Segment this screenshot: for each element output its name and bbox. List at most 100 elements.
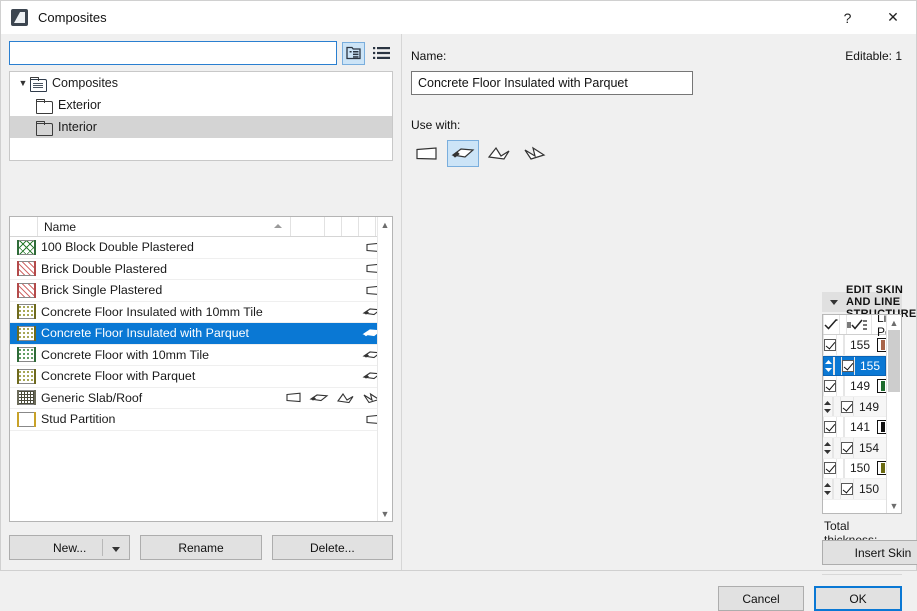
name-label: Name: xyxy=(411,49,447,63)
drag-handle[interactable] xyxy=(823,479,832,499)
pen-color-swatch[interactable] xyxy=(877,378,886,393)
list-item[interactable]: Brick Single Plastered xyxy=(10,280,392,302)
use-with-label: Use with: xyxy=(411,118,461,132)
app-logo-icon xyxy=(11,9,28,26)
new-button-separator xyxy=(102,539,104,556)
window-controls: ? ✕ xyxy=(825,1,916,34)
scroll-down-icon[interactable]: ▼ xyxy=(887,498,901,513)
skin-row[interactable]: Insulation - Mineral Hard15430 xyxy=(823,437,886,459)
visibility-checkbox[interactable] xyxy=(840,396,853,417)
separator-checkbox[interactable] xyxy=(823,335,836,355)
line-pen-cell[interactable]: 150 xyxy=(844,458,886,479)
visibility-checkbox[interactable] xyxy=(840,479,853,499)
skin-rows: Outside/Top: Solid155Timber - Floor15520… xyxy=(823,335,886,513)
skin-table-scrollbar[interactable]: ▲ ▼ xyxy=(886,315,901,513)
drag-handle[interactable] xyxy=(823,397,832,417)
collapse-triangle-icon[interactable] xyxy=(830,299,838,305)
new-button[interactable]: New... xyxy=(9,535,131,560)
scroll-thumb[interactable] xyxy=(888,330,900,392)
help-button[interactable]: ? xyxy=(825,1,870,34)
line-pen-cell[interactable]: 150 xyxy=(853,479,886,499)
pen-color-swatch[interactable] xyxy=(877,337,886,352)
scroll-up-icon[interactable]: ▲ xyxy=(887,315,901,330)
separator-row[interactable]: Hidden 141 xyxy=(823,417,886,438)
tree-item-interior[interactable]: Interior xyxy=(10,116,392,138)
line-pen-cell[interactable]: 155 xyxy=(854,356,886,376)
list-item[interactable]: Concrete Floor with 10mm Tile xyxy=(10,345,392,366)
composite-swatch-icon xyxy=(17,390,36,406)
line-pen-cell[interactable]: 141 xyxy=(844,417,886,437)
line-pen-cell[interactable]: 149 xyxy=(853,396,886,417)
tree-view-icon[interactable] xyxy=(342,41,365,65)
shell-tool-icon[interactable] xyxy=(519,140,551,167)
close-button[interactable]: ✕ xyxy=(870,1,916,34)
check-all-icon xyxy=(824,318,838,330)
pen-color-swatch[interactable] xyxy=(877,461,886,476)
separator-row[interactable]: Solid 150 xyxy=(823,458,886,480)
separator-row[interactable]: Outside/Top: Solid 155 xyxy=(823,335,886,356)
list-item-label: Generic Slab/Roof xyxy=(41,390,143,405)
cancel-button[interactable]: Cancel xyxy=(718,586,804,611)
list-item[interactable]: Stud Partition xyxy=(10,409,392,431)
roof-tool-icon[interactable] xyxy=(483,140,515,167)
insert-skin-button[interactable]: Insert Skin xyxy=(822,540,917,565)
pen-number: 141 xyxy=(850,420,871,435)
skin-row[interactable]: Timber - Floor15520 xyxy=(823,355,886,377)
skin-name-cell[interactable]: Reinforced Concrete - Str xyxy=(833,479,840,499)
skin-panel-header[interactable]: EDIT SKIN AND LINE STRUCTURE xyxy=(822,284,916,320)
list-item-label: Concrete Floor with 10mm Tile xyxy=(41,347,210,362)
tree-item-composites[interactable]: ▼ Composites xyxy=(10,72,392,94)
list-header-icon-col xyxy=(10,217,38,236)
skin-name-cell[interactable]: Hidden xyxy=(836,417,843,437)
skin-name-cell[interactable]: Outside/Top: Solid xyxy=(836,335,843,355)
separator-checkbox[interactable] xyxy=(823,376,836,396)
scroll-up-icon[interactable]: ▲ xyxy=(378,217,392,232)
separator-checkbox[interactable] xyxy=(823,417,836,437)
list-view-icon[interactable] xyxy=(370,42,393,65)
list-item[interactable]: 100 Block Double Plastered xyxy=(10,237,392,259)
chevron-down-icon[interactable] xyxy=(112,547,121,552)
ok-button[interactable]: OK xyxy=(814,586,902,611)
skin-name-cell[interactable]: Solid xyxy=(836,458,843,479)
pen-color-swatch[interactable] xyxy=(877,420,886,435)
list-item[interactable]: Generic Slab/Roof xyxy=(10,388,392,409)
chevron-down-icon[interactable]: ▼ xyxy=(16,78,30,88)
rename-button[interactable]: Rename xyxy=(140,535,262,560)
scroll-down-icon[interactable]: ▼ xyxy=(378,506,392,521)
list-item[interactable]: Concrete Floor Insulated with Parquet xyxy=(10,323,392,345)
header-visibility[interactable] xyxy=(846,315,871,334)
wall-tool-icon[interactable] xyxy=(411,140,443,167)
drag-handle[interactable] xyxy=(824,357,833,376)
list-item-label: 100 Block Double Plastered xyxy=(41,240,194,255)
tree-item-exterior[interactable]: Exterior xyxy=(10,94,392,116)
tree-item-label: Interior xyxy=(58,120,97,134)
skin-name-cell[interactable]: Insulation - Mineral Hard xyxy=(833,437,840,458)
skin-row[interactable]: Concrete14950 xyxy=(823,396,886,418)
drag-handle[interactable] xyxy=(823,438,832,458)
folder-tree[interactable]: ▼ Composites Exterior Interior xyxy=(9,71,393,161)
list-item-label: Concrete Floor Insulated with Parquet xyxy=(41,326,249,341)
skin-name-cell[interactable]: Timber - Floor xyxy=(834,356,841,376)
list-scrollbar[interactable]: ▲ ▼ xyxy=(377,217,392,521)
list-item[interactable]: Concrete Floor with Parquet xyxy=(10,366,392,388)
delete-button[interactable]: Delete... xyxy=(271,535,393,560)
visibility-checkbox[interactable] xyxy=(840,437,853,458)
search-input[interactable] xyxy=(9,41,337,65)
skin-name-cell[interactable]: Concrete xyxy=(833,396,840,417)
separator-row[interactable]: Solid 149 xyxy=(823,376,886,397)
line-pen-cell[interactable]: 149 xyxy=(844,376,886,396)
name-input[interactable] xyxy=(411,71,693,95)
slab-tool-icon[interactable] xyxy=(447,140,479,167)
list-header-name[interactable]: Name xyxy=(38,217,290,236)
tree-item-label: Exterior xyxy=(58,98,102,112)
list-item[interactable]: Brick Double Plastered xyxy=(10,259,392,280)
visibility-checkbox[interactable] xyxy=(841,356,854,376)
header-check-all[interactable] xyxy=(823,315,839,334)
separator-checkbox[interactable] xyxy=(823,458,836,479)
skin-name-cell[interactable]: Solid xyxy=(836,376,843,396)
composite-swatch-icon xyxy=(17,325,36,341)
skin-row[interactable]: Reinforced Concrete - Str150200 xyxy=(823,479,886,500)
line-pen-cell[interactable]: 154 xyxy=(853,437,886,458)
line-pen-cell[interactable]: 155 xyxy=(844,335,886,355)
list-item[interactable]: Concrete Floor Insulated with 10mm Tile xyxy=(10,302,392,323)
